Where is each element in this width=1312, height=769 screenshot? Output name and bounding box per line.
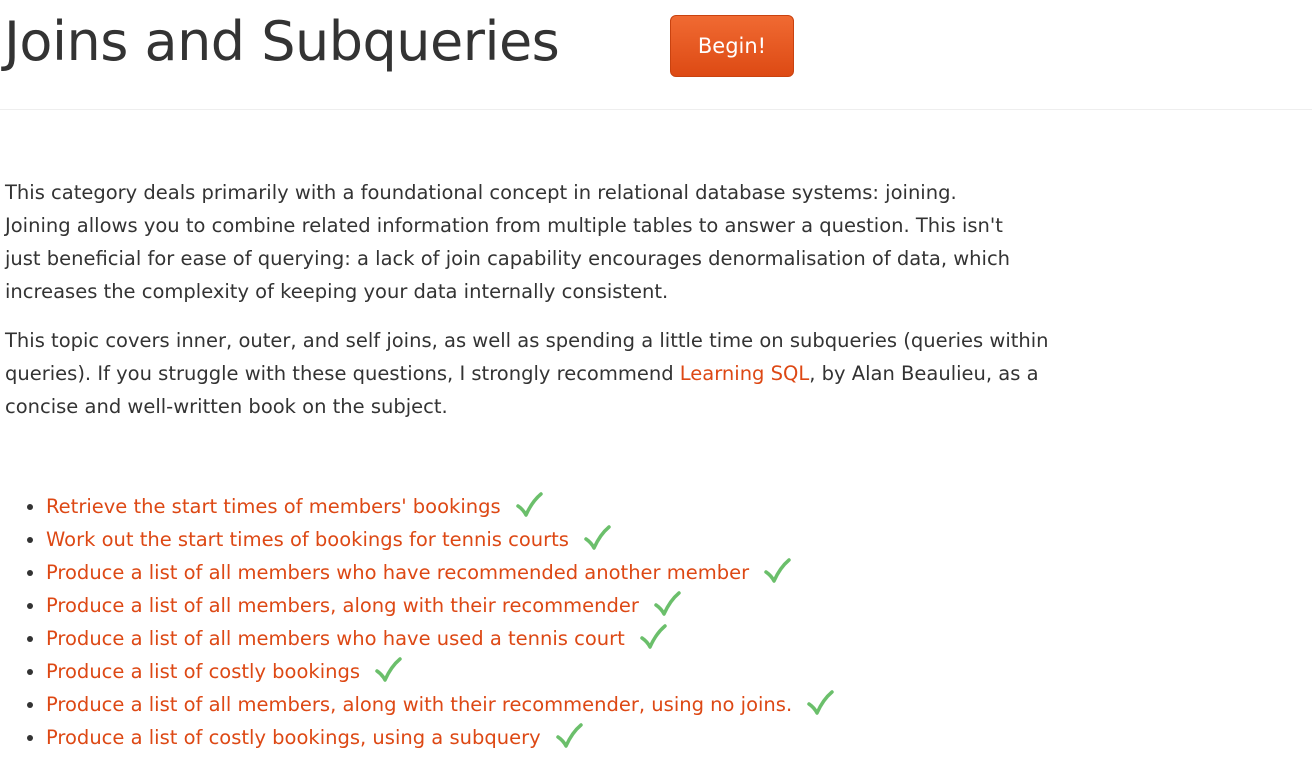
intro-paragraph-recommendation: This topic covers inner, outer, and self… bbox=[5, 324, 1065, 423]
exercise-link[interactable]: Produce a list of all members, along wit… bbox=[46, 594, 639, 617]
list-item: Produce a list of all members who have r… bbox=[46, 556, 834, 589]
exercise-link[interactable]: Produce a list of all members, along wit… bbox=[46, 693, 792, 716]
page-title: Joins and Subqueries bbox=[4, 10, 560, 73]
intro-paragraph: This category deals primarily with a fou… bbox=[5, 181, 1011, 303]
list-item: Produce a list of all members, along wit… bbox=[46, 688, 834, 721]
exercise-link[interactable]: Produce a list of all members who have r… bbox=[46, 561, 749, 584]
page-header: Joins and Subqueries Begin! bbox=[0, 0, 1312, 110]
list-item: Retrieve the start times of members' boo… bbox=[46, 490, 834, 523]
exercise-link[interactable]: Produce a list of all members who have u… bbox=[46, 627, 625, 650]
check-icon bbox=[654, 590, 681, 616]
exercise-link[interactable]: Produce a list of costly bookings, using… bbox=[46, 726, 541, 749]
exercise-link[interactable]: Produce a list of costly bookings bbox=[46, 660, 360, 683]
begin-button[interactable]: Begin! bbox=[670, 15, 794, 77]
check-icon bbox=[584, 524, 611, 550]
list-item: Produce a list of costly bookings, using… bbox=[46, 721, 834, 754]
exercise-list: Retrieve the start times of members' boo… bbox=[0, 490, 834, 754]
list-item: Produce a list of all members, along wit… bbox=[46, 589, 834, 622]
check-icon bbox=[807, 689, 834, 715]
category-description: This category deals primarily with a fou… bbox=[5, 176, 1065, 439]
check-icon bbox=[515, 491, 543, 517]
list-item: Produce a list of costly bookings bbox=[46, 655, 834, 688]
check-icon bbox=[640, 623, 667, 649]
list-item: Produce a list of all members who have u… bbox=[46, 622, 834, 655]
check-icon bbox=[555, 722, 583, 748]
check-icon bbox=[375, 656, 402, 682]
exercise-link[interactable]: Retrieve the start times of members' boo… bbox=[46, 495, 501, 518]
list-item: Work out the start times of bookings for… bbox=[46, 523, 834, 556]
learning-sql-link[interactable]: Learning SQL bbox=[680, 362, 809, 385]
check-icon bbox=[764, 557, 791, 583]
exercise-link[interactable]: Work out the start times of bookings for… bbox=[46, 528, 569, 551]
